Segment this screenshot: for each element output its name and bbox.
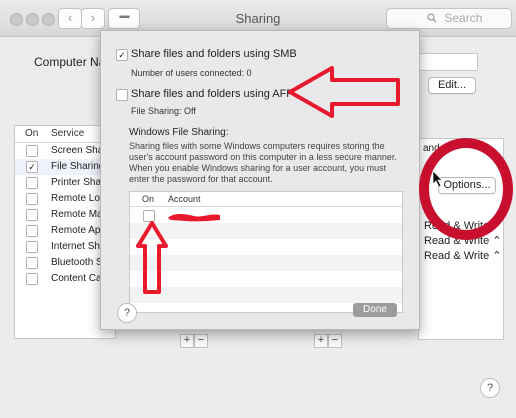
arrow-left-icon — [288, 66, 400, 118]
arrow-up-icon — [136, 221, 168, 294]
highlight-circle-icon — [419, 138, 513, 240]
annotation-overlay — [136, 66, 513, 294]
mouse-pointer-icon — [432, 170, 443, 188]
